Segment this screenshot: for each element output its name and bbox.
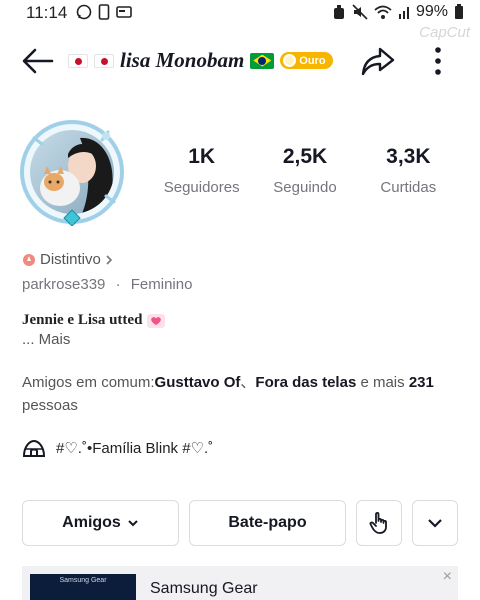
mutual-friends[interactable]: Amigos em comum:Gusttavo Of、Fora das tel… [22,371,462,417]
capcut-watermark: CapCut [419,24,470,41]
separator: · [115,276,121,293]
mutual-middle: e mais [356,374,409,391]
card-icon [116,6,132,18]
signal-icon [398,7,409,19]
igloo-icon [22,439,46,457]
followers-count: 1K [188,145,216,168]
profile-header: lisa Monobam Ouro [0,40,480,82]
mutual-count: 231 [408,374,434,391]
mutual-friend-1: Gusttavo Of [154,374,241,391]
heart-icon [147,313,166,328]
japan-flag-icon [94,53,114,68]
wifi-icon [374,5,392,19]
back-arrow-icon [22,48,54,74]
ad-title: Samsung Gear [150,580,258,597]
stat-followers[interactable]: 1K Seguidores [150,145,253,205]
alarm-icon [333,5,344,19]
handle: parkrose339 [22,276,106,293]
status-bar: 11:14 99% [0,0,480,26]
badge-label: Ouro [299,54,326,67]
status-left-icons [76,4,132,20]
mutual-friend-2: Fora das telas [255,374,357,391]
bio-more-link[interactable]: ... Mais [22,331,70,348]
likes-count: 3,3K [386,145,431,168]
japan-flag-icon [68,53,88,68]
battery-icon [455,4,463,19]
more-options-button[interactable] [424,44,452,78]
header-title: lisa Monobam Ouro [68,48,333,73]
likes-label: Curtidas [380,179,437,196]
chat-button[interactable]: Bate-papo [189,500,346,546]
profile-stats: 1K Seguidores 2,5K Seguindo 3,3K Curtida… [150,145,460,205]
close-icon[interactable]: × [443,568,452,586]
sponsored-ad[interactable]: Samsung Gear Samsung Gear × [22,566,458,600]
share-icon [361,47,395,76]
friends-button-label: Amigos [62,514,121,531]
chevron-down-icon [128,520,138,527]
stat-following[interactable]: 2,5K Seguindo [253,145,356,205]
medal-icon [283,54,297,67]
bio: Jennie e Lisa utted [22,312,166,329]
mutual-prefix: Amigos em comum: [22,374,155,391]
badge-icon [23,253,35,266]
more-vertical-icon [435,47,441,75]
username-title: lisa Monobam [120,48,245,72]
back-button[interactable] [20,44,56,78]
ad-thumbnail: Samsung Gear [30,574,136,600]
battery-percent: 99% [415,3,448,20]
chat-button-label: Bate-papo [228,514,307,531]
family-label: #♡.˚•Família Blink #♡.˚ [56,440,214,457]
profile-avatar[interactable] [20,118,126,227]
ad-thumb-text: Samsung Gear [59,577,107,584]
suggestions-dropdown-button[interactable] [412,500,458,546]
chevron-right-icon [106,254,112,265]
status-right-icons: 99% [332,3,464,21]
gender: Feminino [130,276,193,293]
profile-handle-line: parkrose339 · Feminino [22,276,192,293]
phone-icon [98,4,110,20]
followers-label: Seguidores [163,179,240,196]
following-count: 2,5K [282,145,328,168]
status-time: 11:14 [26,3,68,22]
poke-button[interactable] [356,500,402,546]
mute-icon [352,4,368,20]
chevron-down-icon [428,519,442,528]
friends-button[interactable]: Amigos [22,500,179,546]
distintivo-link[interactable]: Distintivo [22,251,113,268]
hand-pointer-icon [369,511,387,534]
avatar [20,120,124,227]
stat-likes[interactable]: 3,3K Curtidas [357,145,460,205]
family-group[interactable]: #♡.˚•Família Blink #♡.˚ [22,438,213,458]
distintivo-label: Distintivo [40,251,101,268]
bio-text: Jennie e Lisa utted [22,312,143,328]
mutual-sep: 、 [240,374,256,391]
share-profile-button[interactable] [360,44,396,78]
whatsapp-icon [76,4,92,20]
following-label: Seguindo [273,179,337,196]
brazil-flag-icon [250,52,275,69]
mutual-suffix: pessoas [22,397,78,414]
gold-level-badge[interactable]: Ouro [280,52,333,69]
